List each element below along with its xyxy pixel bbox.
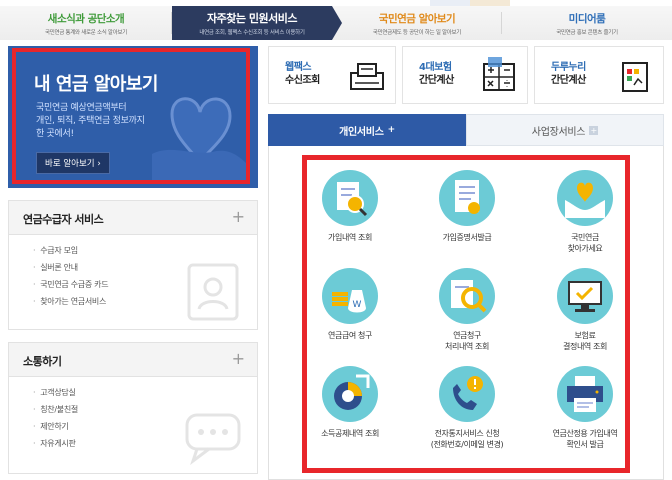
service-label-line: 국민연금 <box>571 233 599 242</box>
service-label: 연금청구 처리내역 조회 <box>417 330 517 352</box>
quick-label: 4대보험 간단계산 <box>419 61 454 87</box>
active-tab-arrow <box>332 6 342 40</box>
promo-line: 국민연금 예상연금액부터 <box>36 103 127 113</box>
section-title: 소통하기 <box>23 355 62 368</box>
heart-hand-icon <box>152 97 247 184</box>
service-label-line: 확인서 발급 <box>566 440 604 449</box>
quick-label-line2: 수신조회 <box>285 75 320 86</box>
service-enrollment-history[interactable]: 가입내역 조회 <box>300 170 400 243</box>
quick-label: 두루누리 간단계산 <box>551 61 586 87</box>
promo-line: 개인, 퇴직, 주택연금 정보까지 <box>36 116 145 126</box>
chart-document-icon <box>622 62 648 92</box>
service-e-notice[interactable]: 전자통지서비스 신청 (전화번호/이메일 변경) <box>417 366 517 450</box>
fax-icon <box>350 63 384 90</box>
tab-business-service[interactable]: 사업장서비스 + <box>466 114 664 146</box>
plus-icon: + <box>387 125 396 135</box>
quick-label-line2: 간단계산 <box>419 75 454 86</box>
promo-description: 국민연금 예상연금액부터 개인, 퇴직, 주택연금 정보까지 한 곳에서! <box>36 102 145 141</box>
tab-civil-service[interactable]: 자주찾는 민원서비스 내연금 조회, 웹팩스 수신조회 등 서비스 이용하기 <box>172 6 342 40</box>
section-title: 연금수급자 서비스 <box>23 213 104 226</box>
service-claim-status[interactable]: 연금청구 처리내역 조회 <box>417 268 517 352</box>
service-calculation-certificate[interactable]: 연금산정용 가입내역 확인서 발급 <box>535 366 635 450</box>
service-label: 소득공제내역 조회 <box>321 429 379 438</box>
tab-subtitle: 국민연금제도 등 공단이 하는 일 알아보기 <box>372 29 462 36</box>
monitor-check-icon <box>557 268 613 324</box>
service-label-line: 결정내역 조회 <box>563 342 607 351</box>
service-label: 가입증명서발급 <box>442 233 492 242</box>
tab-personal-service[interactable]: 개인서비스 + <box>268 114 466 146</box>
list-item[interactable]: 수급자 모임 <box>33 245 257 262</box>
service-label-line: 찾아가세요 <box>567 244 603 253</box>
communication-section: 소통하기 + 고객상담실 칭찬/불친절 제안하기 자유게시판 <box>8 342 258 474</box>
section-header[interactable]: 소통하기 + <box>9 343 257 377</box>
phone-alert-icon <box>439 366 495 422</box>
certificate-icon <box>439 170 495 226</box>
list-item[interactable]: 고객상담실 <box>33 387 257 404</box>
tab-label: 개인서비스 <box>339 126 384 138</box>
service-label-line: 보험료 <box>574 331 596 340</box>
service-income-deduction[interactable]: 소득공제내역 조회 <box>300 366 400 439</box>
tab-title: 국민연금 알아보기 <box>378 12 456 25</box>
service-label: 연금급여 청구 <box>328 331 372 340</box>
calculator-accent <box>488 57 502 67</box>
id-card-icon <box>187 263 239 321</box>
tab-title: 새소식과 공단소개 <box>47 12 125 25</box>
promo-title: 내 연금 알아보기 <box>34 74 158 95</box>
pie-chart-icon <box>322 366 378 422</box>
expand-plus-icon[interactable]: + <box>232 207 245 226</box>
quick-label: 웹팩스 수신조회 <box>285 61 320 87</box>
service-label: 전자통지서비스 신청 (전화번호/이메일 변경) <box>417 428 517 450</box>
tab-subtitle: 국민연금 통계와 새로운 소식 알아보기 <box>45 29 127 36</box>
main-tab-bar: 새소식과 공단소개 국민연금 통계와 새로운 소식 알아보기 자주찾는 민원서비… <box>0 6 672 40</box>
chat-bubble-icon <box>185 413 241 465</box>
service-benefit-claim[interactable]: W 연금급여 청구 <box>300 268 400 341</box>
tab-title: 자주찾는 민원서비스 <box>207 12 297 25</box>
durunuri-calc-button[interactable]: 두루누리 간단계산 <box>534 46 664 104</box>
tab-news[interactable]: 새소식과 공단소개 국민연금 통계와 새로운 소식 알아보기 <box>0 6 172 40</box>
heart-hands-icon <box>557 170 613 226</box>
plus-icon: + <box>589 125 599 135</box>
quick-label-line1: 두루누리 <box>551 62 586 73</box>
tab-subtitle: 내연금 조회, 웹팩스 수신조회 등 서비스 이용하기 <box>199 30 305 36</box>
service-label: 보험료 결정내역 조회 <box>535 330 635 352</box>
tab-title: 미디어룸 <box>568 12 606 25</box>
tab-label: 사업장서비스 <box>531 126 586 138</box>
tab-pension-info[interactable]: 국민연금 알아보기 국민연금제도 등 공단이 하는 일 알아보기 <box>332 6 502 40</box>
my-pension-promo[interactable]: 내 연금 알아보기 국민연금 예상연금액부터 개인, 퇴직, 주택연금 정보까지… <box>8 46 258 188</box>
quick-label-line2: 간단계산 <box>551 75 586 86</box>
tab-media-room[interactable]: 미디어룸 국민연금 홍보 콘텐츠 즐기기 <box>502 6 672 40</box>
service-label-line: 연금산정용 가입내역 <box>552 429 618 438</box>
money-bag-icon: W <box>322 268 378 324</box>
insurance-calc-button[interactable]: 4대보험 간단계산 <box>402 46 528 104</box>
document-search-icon <box>322 170 378 226</box>
expand-plus-icon[interactable]: + <box>232 349 245 368</box>
section-header[interactable]: 연금수급자 서비스 + <box>9 201 257 235</box>
service-label-line: (전화번호/이메일 변경) <box>430 440 504 449</box>
service-label: 가입내역 조회 <box>328 233 372 242</box>
search-document-icon <box>439 268 495 324</box>
service-enrollment-certificate[interactable]: 가입증명서발급 <box>417 170 517 243</box>
tab-subtitle: 국민연금 홍보 콘텐츠 즐기기 <box>556 29 618 36</box>
service-label: 국민연금 찾아가세요 <box>535 232 635 254</box>
service-label-line: 연금청구 <box>453 331 481 340</box>
printer-icon <box>557 366 613 422</box>
pensioner-service-section: 연금수급자 서비스 + 수급자 모임 실버론 안내 국민연금 수급증 카드 찾아… <box>8 200 258 330</box>
quick-label-line1: 웹팩스 <box>285 62 312 73</box>
webfax-button[interactable]: 웹팩스 수신조회 <box>268 46 396 104</box>
service-premium-decision[interactable]: 보험료 결정내역 조회 <box>535 268 635 352</box>
svg-text:W: W <box>353 300 362 310</box>
promo-line: 한 곳에서! <box>36 129 74 139</box>
quick-label-line1: 4대보험 <box>419 62 452 73</box>
go-check-button[interactable]: 바로 알아보기 › <box>36 152 110 174</box>
service-find-pension[interactable]: 국민연금 찾아가세요 <box>535 170 635 254</box>
service-label-line: 전자통지서비스 신청 <box>434 429 500 438</box>
page: 새소식과 공단소개 국민연금 통계와 새로운 소식 알아보기 자주찾는 민원서비… <box>0 0 672 480</box>
service-label-line: 처리내역 조회 <box>445 342 489 351</box>
service-label: 연금산정용 가입내역 확인서 발급 <box>535 428 635 450</box>
